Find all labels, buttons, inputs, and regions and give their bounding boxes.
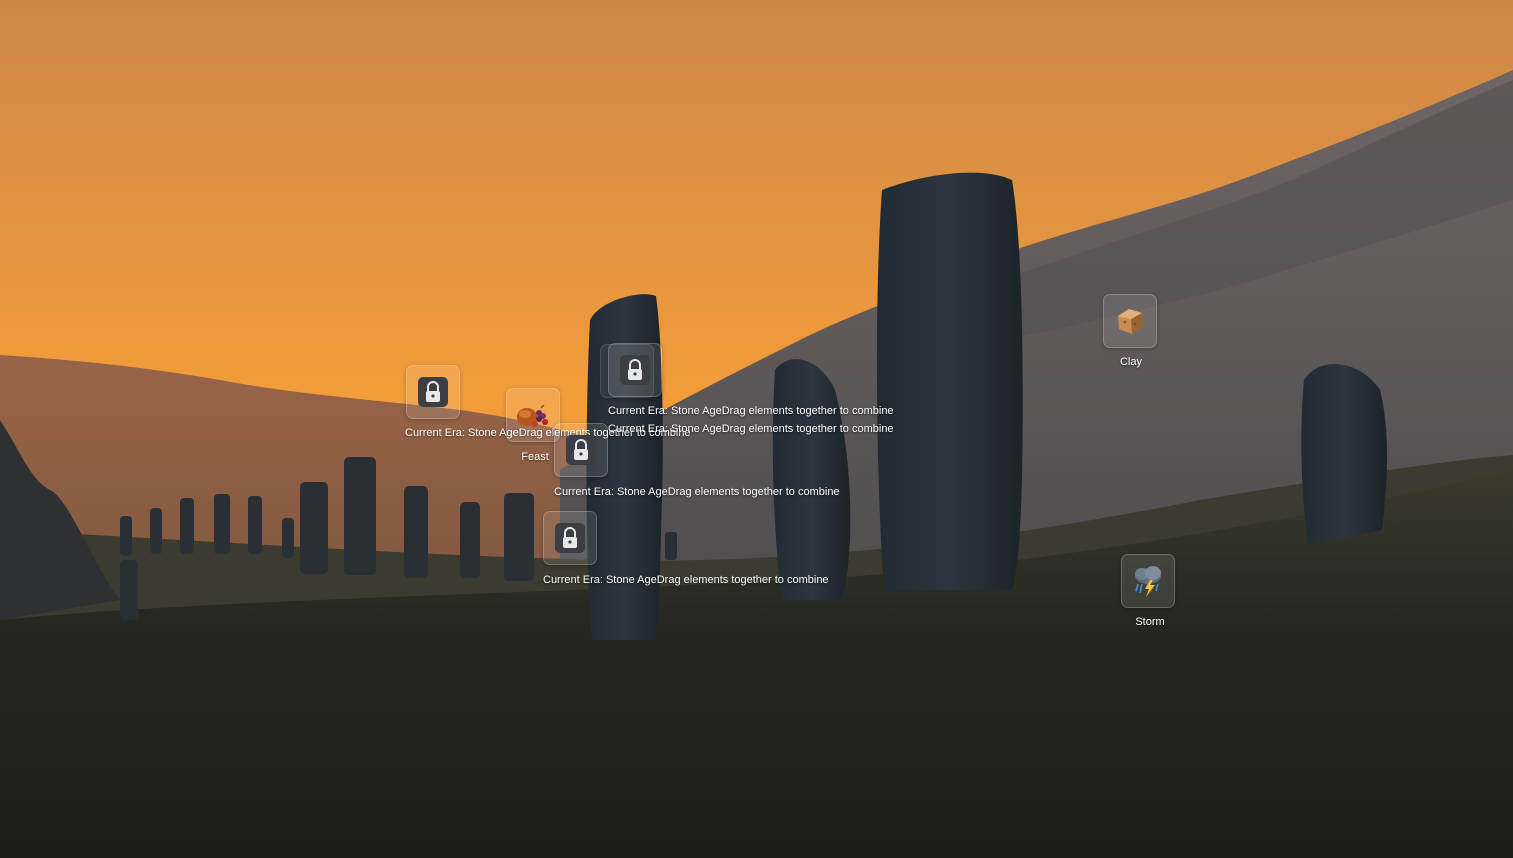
locked-tile[interactable] [543,511,597,565]
storm-icon [1122,555,1174,607]
background-scene [0,0,1513,858]
locked-tile[interactable] [554,423,608,477]
lock-icon [418,377,448,407]
locked-tile[interactable] [406,365,460,419]
standing-stone-3 [876,172,1023,590]
feast-icon [507,389,559,441]
lock-icon [555,523,585,553]
game-canvas[interactable]: Clay Storm Current Era: Stone AgeDrag el… [0,0,1513,858]
standing-stone-4 [1301,363,1387,545]
element-tile-feast[interactable] [506,388,560,442]
element-tile-storm[interactable] [1121,554,1175,608]
locked-tile[interactable] [608,343,662,397]
element-tile-clay[interactable] [1103,294,1157,348]
lock-icon [620,355,650,385]
lock-icon [566,435,596,465]
clay-icon [1104,295,1156,347]
